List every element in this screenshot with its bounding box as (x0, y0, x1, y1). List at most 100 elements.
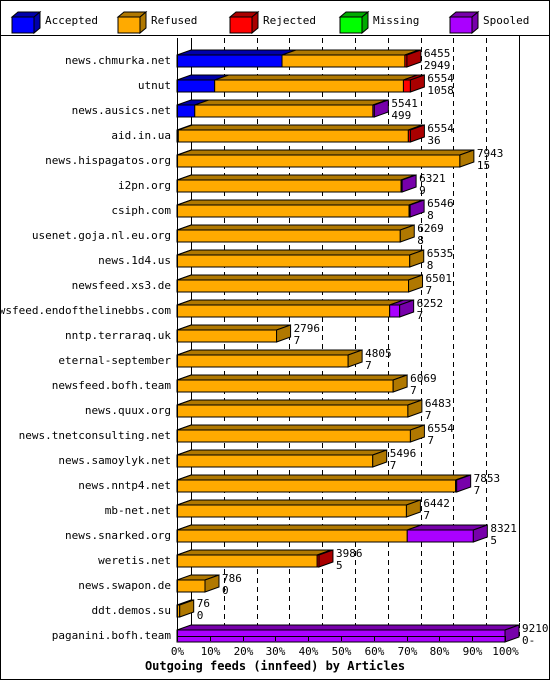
bar-segment-refused (176, 329, 278, 343)
legend-swatch-refused (117, 16, 141, 34)
host-label: newsfeed.xs3.de (72, 279, 171, 292)
bar-segment-refused (176, 529, 408, 543)
bar-top-refused (177, 424, 425, 431)
legend-label-missing: Missing (373, 14, 419, 27)
bar-segment-refused (176, 504, 407, 518)
bar-top-refused (177, 549, 332, 556)
accepted-label: 7 (417, 309, 424, 322)
bar-segment-refused (176, 229, 401, 243)
chart-container: Accepted Refused Rejected Missing Spooled new… (0, 0, 550, 680)
host-label: nntp.terraraq.uk (65, 329, 171, 342)
host-label: news.swapon.de (78, 579, 171, 592)
accepted-label: 7 (425, 409, 432, 422)
accepted-label: 7 (427, 434, 434, 447)
host-label: news.ausics.net (72, 104, 171, 117)
accepted-label: 5 (336, 559, 343, 572)
host-label: news.quux.org (85, 404, 171, 417)
bar-segment-refused (281, 54, 406, 68)
x-tick-label: 30% (266, 645, 286, 658)
bar-segment-refused (176, 554, 318, 568)
host-label: utnut (138, 79, 171, 92)
bar-segment-accepted (176, 104, 196, 118)
bar-top-refused (177, 199, 424, 206)
bar-segment-refused (176, 179, 402, 193)
accepted-label: 7 (390, 459, 397, 472)
accepted-label: 7 (423, 509, 430, 522)
accepted-label: 1058 (427, 84, 454, 97)
accepted-label: 15 (477, 159, 490, 172)
bar-segment-refused (176, 579, 206, 593)
host-label: aid.in.ua (111, 129, 171, 142)
legend-swatch-missing (339, 16, 363, 34)
bar-top-refused (177, 224, 415, 231)
bar-top-refused (214, 74, 418, 81)
accepted-label: 7 (294, 334, 301, 347)
bar-top-refused (177, 399, 423, 406)
host-label: news.samoylyk.net (58, 454, 171, 467)
bar-segment-refused (176, 454, 374, 468)
x-tick-label: 70% (398, 645, 418, 658)
bar-top-refused (177, 349, 363, 356)
x-tick-label: 80% (430, 645, 450, 658)
accepted-label: 0 (197, 609, 204, 622)
bar-top-refused (177, 174, 416, 181)
x-tick-label: 90% (463, 645, 483, 658)
x-tick-label: 0% (171, 645, 185, 658)
host-label: weretis.net (98, 554, 171, 567)
accepted-label: 8 (417, 234, 424, 247)
accepted-label: 7 (474, 484, 481, 497)
bar-top-spooled (176, 624, 520, 631)
bar-top-refused (178, 124, 423, 131)
bar-segment-refused (176, 254, 411, 268)
legend-label-accepted: Accepted (45, 14, 98, 27)
bar-segment-spooled (406, 529, 474, 543)
bar-top-refused (177, 149, 475, 156)
x-tick-label: 100% (492, 645, 519, 658)
bar-segment-refused (176, 354, 349, 368)
bar-segment-spooled (389, 304, 401, 318)
bar-segment-refused (176, 204, 410, 218)
bar-segment-refused (177, 154, 461, 168)
bar-top-refused (177, 474, 470, 481)
host-label: paganini.bofh.team (52, 629, 172, 642)
legend-swatch-rejected (229, 16, 253, 34)
accepted-label: 9 (419, 184, 426, 197)
host-label: mb-net.net (105, 504, 171, 517)
x-tick-label: 10% (201, 645, 221, 658)
host-label: news.tnetconsulting.net (19, 429, 171, 442)
accepted-label: 5 (490, 534, 497, 547)
bar-segment-rejected (402, 79, 411, 93)
accepted-label: 0 (222, 584, 229, 597)
bar-segment-refused (176, 279, 410, 293)
accepted-label: 2949 (424, 59, 451, 72)
x-tick-label: 40% (299, 645, 319, 658)
bar-top-refused (177, 449, 387, 456)
accepted-label: 36 (427, 134, 440, 147)
bar-segment-refused (176, 429, 411, 443)
accepted-label: 499 (391, 109, 411, 122)
legend-swatch-accepted (11, 16, 35, 34)
accepted-label: 7 (365, 359, 372, 372)
bar-segment-refused (214, 79, 404, 93)
host-label: news.1d4.us (98, 254, 171, 267)
legend-label-spooled: Spooled (483, 14, 529, 27)
bar-segment-accepted (176, 54, 283, 68)
bar-top-accepted (176, 49, 297, 56)
bar-segment-accepted (176, 79, 216, 93)
bar-top-refused (177, 324, 291, 331)
accepted-label: 7 (410, 384, 417, 397)
host-label: ddt.demos.su (92, 604, 171, 617)
legend-label-rejected: Rejected (263, 14, 316, 27)
bar-top-refused (177, 249, 424, 256)
host-label: csiph.com (111, 204, 171, 217)
x-tick-label: 60% (365, 645, 385, 658)
bar-top-refused (177, 274, 423, 281)
x-axis-title: Outgoing feeds (innfeed) by Articles (145, 659, 405, 673)
host-label: eternal-september (58, 354, 171, 367)
bar-segment-refused (176, 479, 457, 493)
host-label: news.nntp4.net (78, 479, 171, 492)
host-label: i2pn.org (118, 179, 171, 192)
x-tick-label: 20% (234, 645, 254, 658)
host-label: usenet.goja.nl.eu.org (32, 229, 171, 242)
bar-top-refused (177, 299, 404, 306)
